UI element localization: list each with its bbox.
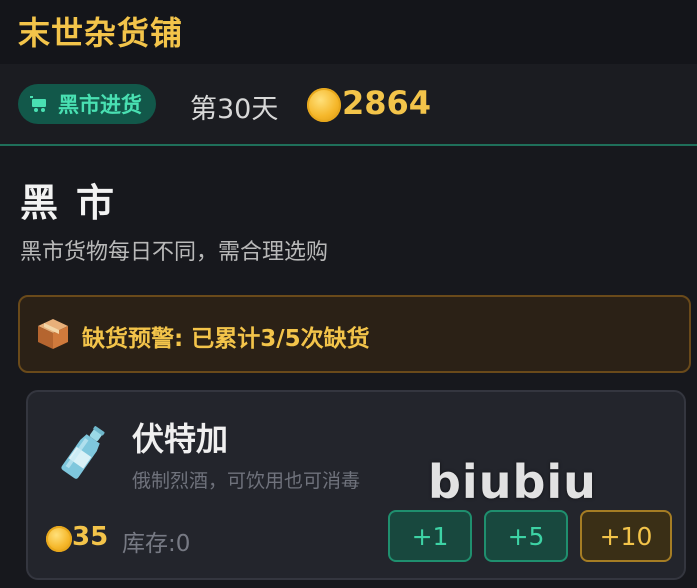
buy-plus-10-button[interactable]: +10 [580,510,672,562]
black-market-mode-button[interactable]: 黑市进货 [18,84,156,124]
cart-icon [30,94,50,114]
title-bar: 末世杂货铺 [0,0,697,64]
status-bar: 黑市进货 第30天 2864 [0,64,697,146]
item-card: 伏特加 俄制烈酒，可饮用也可消毒 35 库存:0 +1 +5 +10 [26,390,686,580]
gold-coin-icon [307,88,341,122]
buy-plus-1-button[interactable]: +1 [388,510,472,562]
item-stock: 库存:0 [122,531,191,557]
section-description: 黑市货物每日不同，需合理选购 [20,240,329,265]
gold-coin-icon [46,526,72,552]
gold-amount: 2864 [342,84,432,122]
vodka-bottle-icon [54,422,114,482]
app-title: 末世杂货铺 [18,14,184,52]
mode-label: 黑市进货 [58,93,142,117]
buy-plus-5-button[interactable]: +5 [484,510,568,562]
item-description: 俄制烈酒，可饮用也可消毒 [132,470,361,492]
warning-text: 缺货预警: 已累计3/5次缺货 [82,326,370,352]
section-title: 黑市 [20,181,133,225]
item-name: 伏特加 [132,420,229,458]
stockout-warning: 缺货预警: 已累计3/5次缺货 [18,295,691,373]
package-box-icon [36,317,70,351]
game-screen: 末世杂货铺 黑市进货 第30天 2864 黑市 黑市货物每日不同，需合理选购 缺… [0,0,697,588]
item-price: 35 [72,522,109,552]
day-counter: 第30天 [190,94,279,125]
